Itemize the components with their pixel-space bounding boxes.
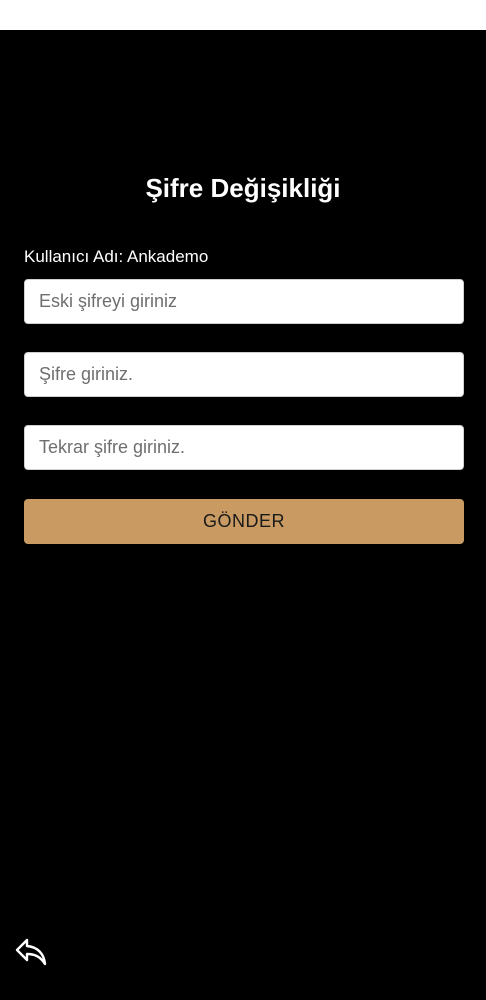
submit-button[interactable]: GÖNDER: [24, 499, 464, 544]
page-title: Şifre Değişikliği: [145, 173, 341, 203]
reply-arrow-icon: [14, 937, 48, 972]
new-password-input[interactable]: [24, 352, 464, 397]
status-bar: [0, 0, 486, 30]
username-label: Kullanıcı Adı: Ankademo: [24, 247, 209, 266]
back-button[interactable]: [12, 936, 50, 972]
old-password-input[interactable]: [24, 279, 464, 324]
repeat-password-input[interactable]: [24, 425, 464, 470]
